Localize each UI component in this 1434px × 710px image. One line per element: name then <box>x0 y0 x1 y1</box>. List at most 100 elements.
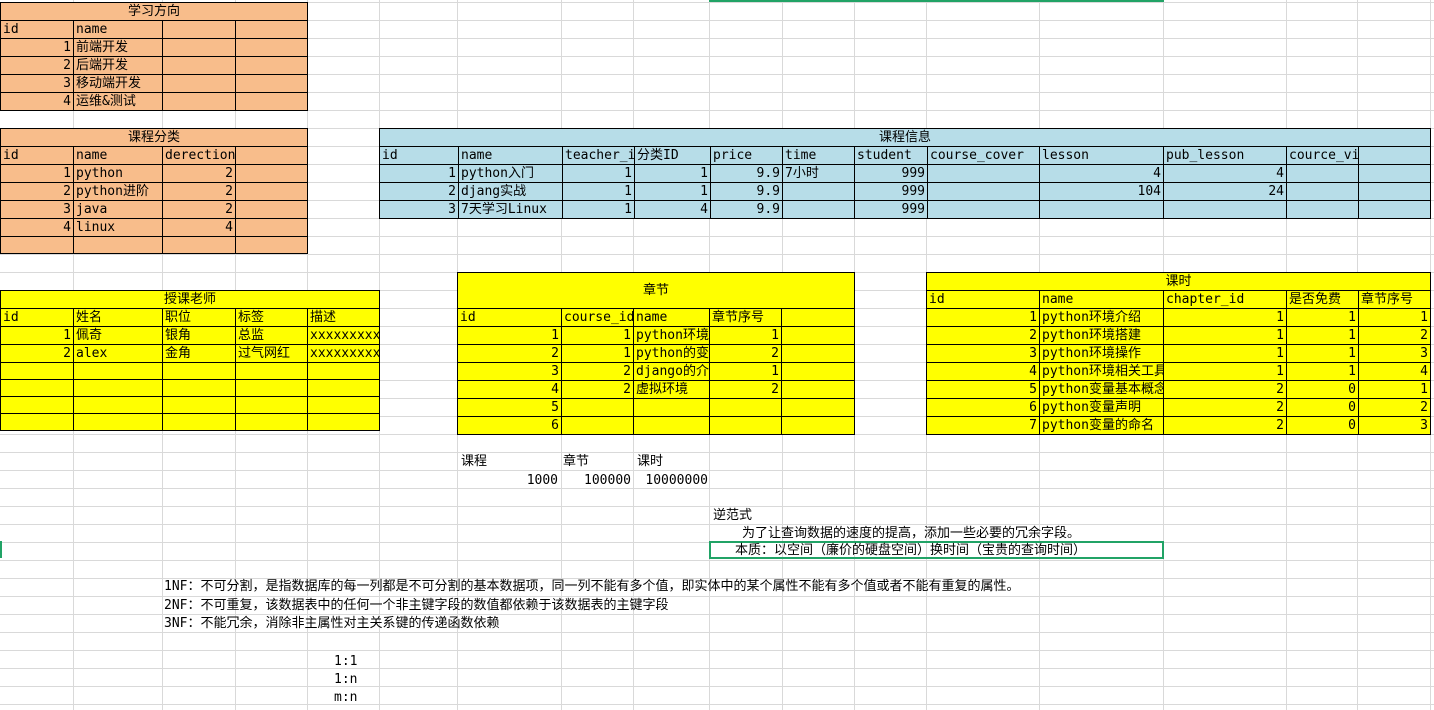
count-label-chapter[interactable]: 章节 <box>563 453 589 470</box>
cell[interactable]: 1 <box>457 326 562 345</box>
cell[interactable] <box>633 398 710 417</box>
cell[interactable]: 6 <box>926 398 1040 417</box>
cell[interactable]: 5 <box>457 398 562 417</box>
cell[interactable]: 3 <box>0 200 74 219</box>
cell[interactable]: 7小时 <box>782 164 855 183</box>
cell[interactable] <box>927 164 1040 183</box>
cell[interactable] <box>1039 200 1164 219</box>
cell[interactable]: 3 <box>0 74 74 93</box>
relation-1-n[interactable]: 1:n <box>334 671 357 688</box>
cell[interactable] <box>73 362 163 380</box>
cell[interactable] <box>73 396 163 414</box>
denorm-line2[interactable]: 本质：以空间（廉价的硬盘空间）换时间（宝贵的查询时间） <box>735 542 1086 559</box>
cell[interactable] <box>234 56 309 75</box>
cell[interactable] <box>1286 182 1359 201</box>
cell[interactable]: 4 <box>1358 362 1431 381</box>
cell[interactable]: 1 <box>1286 308 1359 327</box>
header-cell[interactable]: name <box>73 20 163 39</box>
cell[interactable] <box>162 396 236 414</box>
cell[interactable]: 1 <box>562 200 635 219</box>
cell[interactable] <box>306 362 381 380</box>
cell[interactable]: 1 <box>1163 344 1287 363</box>
cell[interactable]: 1 <box>561 326 634 345</box>
cell[interactable]: linux <box>73 218 163 237</box>
cell[interactable] <box>781 398 855 417</box>
cell[interactable]: 2 <box>162 200 236 219</box>
cell[interactable]: 金角 <box>162 344 236 363</box>
header-cell[interactable] <box>1357 146 1432 165</box>
header-cell[interactable]: id <box>0 146 74 165</box>
denorm-line1[interactable]: 为了让查询数据的速度的提高，添加一些必要的冗余字段。 <box>742 525 1080 542</box>
count-label-course[interactable]: 课程 <box>461 453 487 470</box>
cell[interactable] <box>709 416 782 435</box>
cell[interactable] <box>1286 200 1359 219</box>
cell[interactable] <box>306 396 381 414</box>
cell[interactable]: 2 <box>162 182 236 201</box>
cell[interactable]: 前端开发 <box>73 38 163 57</box>
header-cell[interactable]: derection <box>162 146 236 165</box>
cell[interactable]: 1 <box>1358 308 1431 327</box>
cell[interactable] <box>234 182 309 201</box>
cell[interactable]: 999 <box>854 182 928 201</box>
cell[interactable]: 999 <box>854 200 928 219</box>
cell[interactable]: 24 <box>1163 182 1287 201</box>
header-cell[interactable]: id <box>457 308 562 327</box>
nf2-text[interactable]: 2NF：不可重复，该数据表中的任何一个非主键字段的数值都依赖于该数据表的主键字段 <box>164 597 668 614</box>
cell[interactable] <box>1163 200 1287 219</box>
cell[interactable]: 9.9 <box>710 200 783 219</box>
relation-1-1[interactable]: 1:1 <box>334 653 357 670</box>
cell[interactable] <box>162 236 236 254</box>
cell[interactable] <box>234 38 309 57</box>
cell[interactable]: 2 <box>1358 326 1431 345</box>
cell[interactable] <box>162 56 236 75</box>
cell[interactable]: 3 <box>926 344 1040 363</box>
cell[interactable]: python的变量 <box>633 344 710 363</box>
cell[interactable]: 9.9 <box>710 164 783 183</box>
header-cell[interactable]: chapter_id <box>1163 290 1287 309</box>
cell[interactable] <box>162 92 236 111</box>
cell[interactable]: 2 <box>0 56 74 75</box>
cell[interactable]: python环境搭建 <box>1039 326 1164 345</box>
header-cell[interactable]: 是否免费 <box>1286 290 1359 309</box>
cell[interactable]: 1 <box>562 164 635 183</box>
cell[interactable]: 2 <box>709 380 782 399</box>
cell[interactable]: 4 <box>457 380 562 399</box>
header-cell[interactable]: 职位 <box>162 308 236 327</box>
header-cell[interactable]: student <box>854 146 928 165</box>
cell[interactable]: djang实战 <box>458 182 563 201</box>
cell[interactable] <box>781 362 855 381</box>
cell[interactable] <box>0 236 74 254</box>
cell[interactable]: java <box>73 200 163 219</box>
cell[interactable]: 1 <box>0 38 74 57</box>
cell[interactable] <box>561 416 634 435</box>
cell[interactable] <box>0 413 74 431</box>
cell[interactable] <box>162 379 236 397</box>
cell[interactable]: 7 <box>926 416 1040 435</box>
cell[interactable]: 1 <box>0 326 74 345</box>
cell[interactable]: 2 <box>1163 416 1287 435</box>
cell[interactable]: 0 <box>1286 416 1359 435</box>
cell[interactable]: python环境相关工具 <box>1039 362 1164 381</box>
header-cell[interactable] <box>162 20 236 39</box>
cell[interactable]: 2 <box>1358 398 1431 417</box>
cell[interactable] <box>234 200 309 219</box>
cell[interactable] <box>781 380 855 399</box>
header-cell[interactable]: price <box>710 146 783 165</box>
cell[interactable] <box>306 379 381 397</box>
header-cell[interactable]: 描述 <box>306 308 381 327</box>
cell[interactable]: alex <box>73 344 163 363</box>
cell[interactable]: 0 <box>1286 380 1359 399</box>
header-cell[interactable]: pub_lesson <box>1163 146 1287 165</box>
cell[interactable]: python环境操作 <box>1039 344 1164 363</box>
cell[interactable] <box>234 92 309 111</box>
cell[interactable] <box>1357 164 1432 183</box>
cell[interactable]: 2 <box>0 344 74 363</box>
cell[interactable] <box>709 398 782 417</box>
cell[interactable]: 后端开发 <box>73 56 163 75</box>
cell[interactable] <box>0 396 74 414</box>
header-cell[interactable]: id <box>0 308 74 327</box>
cell[interactable]: 4 <box>162 218 236 237</box>
cell[interactable]: python环境介绍 <box>1039 308 1164 327</box>
cell[interactable]: 1 <box>561 344 634 363</box>
header-cell[interactable]: name <box>1039 290 1164 309</box>
